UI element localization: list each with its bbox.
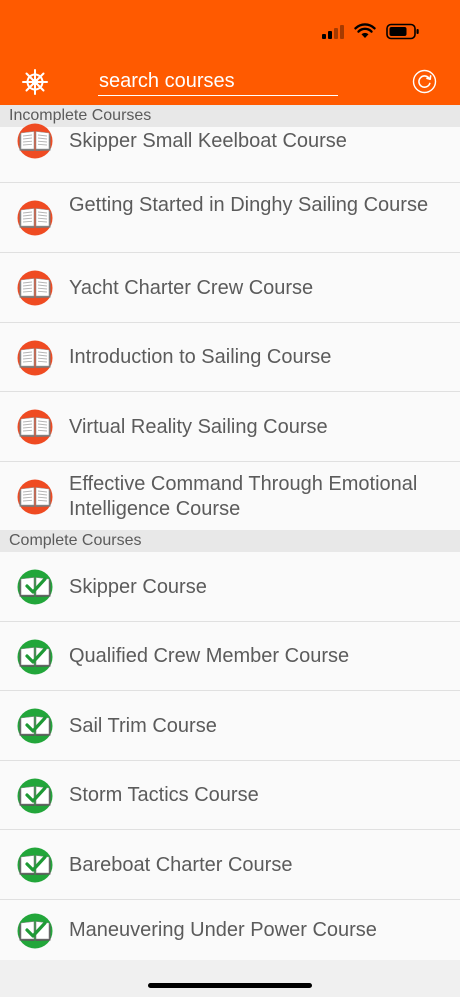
- incomplete-course-row[interactable]: Virtual Reality Sailing Course: [0, 392, 460, 462]
- section-header-complete: Complete Courses: [0, 530, 460, 552]
- home-indicator[interactable]: [148, 983, 312, 988]
- book-check-icon: [17, 913, 53, 949]
- book-check-icon: [17, 847, 53, 883]
- open-book-icon: [17, 479, 53, 515]
- course-title: Introduction to Sailing Course: [69, 346, 332, 368]
- open-book-icon: [17, 340, 53, 376]
- open-book-icon: [17, 270, 53, 306]
- wifi-icon: [354, 23, 376, 38]
- course-title: Sail Trim Course: [69, 714, 217, 737]
- complete-course-row[interactable]: Skipper Course: [0, 552, 460, 622]
- complete-course-row[interactable]: Maneuvering Under Power Course: [0, 900, 460, 961]
- battery-icon: [386, 23, 419, 39]
- status-bar: [322, 18, 420, 44]
- open-book-icon: [17, 200, 53, 236]
- course-title: Effective Command Through Emotional Inte…: [69, 473, 418, 520]
- complete-course-row[interactable]: Sail Trim Course: [0, 691, 460, 761]
- complete-course-list: Skipper Course Qualified Crew Member Cou…: [0, 552, 460, 961]
- incomplete-course-row[interactable]: Introduction to Sailing Course: [0, 323, 460, 392]
- book-check-icon: [17, 639, 53, 675]
- incomplete-course-row[interactable]: Effective Command Through Emotional Inte…: [0, 462, 460, 532]
- bottom-safe-area: [0, 960, 460, 997]
- course-title: Storm Tactics Course: [69, 784, 259, 806]
- course-title: Yacht Charter Crew Course: [69, 276, 314, 299]
- app-header: [0, 0, 460, 105]
- course-title: Skipper Small Keelboat Course: [69, 129, 347, 152]
- course-title: Qualified Crew Member Course: [69, 645, 350, 667]
- complete-course-row[interactable]: Qualified Crew Member Course: [0, 622, 460, 691]
- book-check-icon: [17, 708, 53, 744]
- book-check-icon: [17, 569, 53, 605]
- open-book-icon: [17, 409, 53, 445]
- course-title: Skipper Course: [69, 575, 207, 598]
- open-book-icon: [17, 123, 53, 159]
- incomplete-course-row[interactable]: Yacht Charter Crew Course: [0, 253, 460, 323]
- course-title: Virtual Reality Sailing Course: [69, 415, 328, 438]
- section-header-incomplete: Incomplete Courses: [0, 105, 460, 127]
- incomplete-course-row[interactable]: Getting Started in Dinghy Sailing Course: [0, 183, 460, 253]
- incomplete-course-list: Skipper Small Keelboat Course Getting St…: [0, 123, 460, 532]
- search-field[interactable]: [98, 64, 338, 96]
- incomplete-course-row[interactable]: Skipper Small Keelboat Course: [0, 123, 460, 183]
- search-input[interactable]: [98, 64, 338, 95]
- complete-course-row[interactable]: Storm Tactics Course: [0, 761, 460, 830]
- course-title: Getting Started in Dinghy Sailing Course: [69, 194, 429, 216]
- course-title: Bareboat Charter Course: [69, 853, 293, 876]
- refresh-icon[interactable]: [412, 69, 437, 94]
- helm-icon[interactable]: [22, 69, 48, 95]
- cellular-signal-icon: [322, 23, 344, 39]
- complete-course-row[interactable]: Bareboat Charter Course: [0, 830, 460, 900]
- book-check-icon: [17, 778, 53, 814]
- course-title: Maneuvering Under Power Course: [69, 919, 377, 941]
